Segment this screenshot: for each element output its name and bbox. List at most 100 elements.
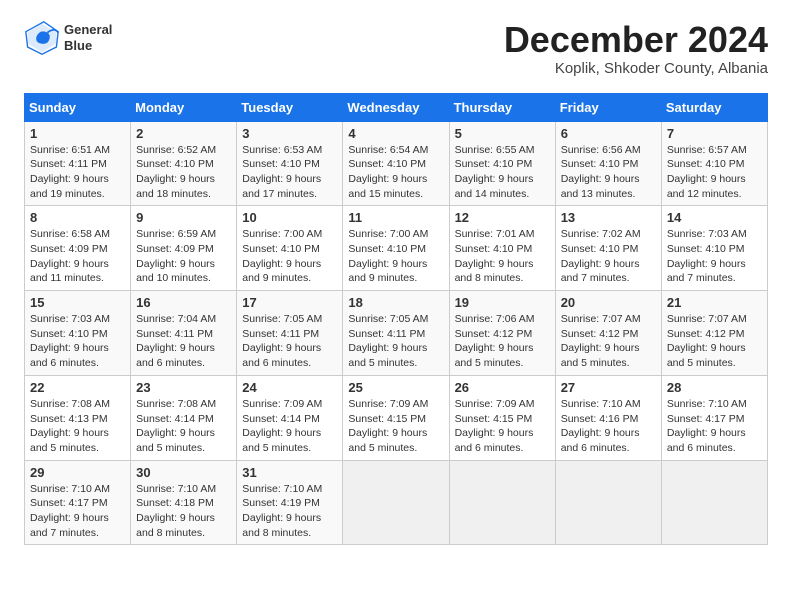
day-info: Daylight: 9 hours and 8 minutes. [242, 511, 337, 540]
logo-text: General Blue [64, 22, 112, 53]
calendar-week-row: 22Sunrise: 7:08 AMSunset: 4:13 PMDayligh… [25, 375, 768, 460]
calendar-cell: 11Sunrise: 7:00 AMSunset: 4:10 PMDayligh… [343, 206, 449, 291]
calendar-cell: 14Sunrise: 7:03 AMSunset: 4:10 PMDayligh… [661, 206, 767, 291]
day-info: Sunrise: 7:08 AM [30, 397, 125, 412]
day-info: Daylight: 9 hours and 6 minutes. [667, 426, 762, 455]
calendar-cell: 19Sunrise: 7:06 AMSunset: 4:12 PMDayligh… [449, 291, 555, 376]
day-info: Sunrise: 6:53 AM [242, 143, 337, 158]
day-info: Sunset: 4:10 PM [455, 157, 550, 172]
logo-icon [24, 20, 60, 56]
day-number: 9 [136, 210, 231, 225]
day-info: Sunset: 4:11 PM [242, 327, 337, 342]
day-number: 17 [242, 295, 337, 310]
page-header: General Blue December 2024 Koplik, Shkod… [24, 20, 768, 77]
day-number: 6 [561, 126, 656, 141]
day-info: Sunrise: 6:58 AM [30, 227, 125, 242]
day-info: Sunset: 4:10 PM [136, 157, 231, 172]
day-info: Daylight: 9 hours and 5 minutes. [667, 341, 762, 370]
calendar-cell: 15Sunrise: 7:03 AMSunset: 4:10 PMDayligh… [25, 291, 131, 376]
day-info: Sunset: 4:10 PM [30, 327, 125, 342]
day-header-friday: Friday [555, 93, 661, 121]
day-info: Daylight: 9 hours and 6 minutes. [136, 341, 231, 370]
day-info: Sunset: 4:15 PM [455, 412, 550, 427]
day-number: 28 [667, 380, 762, 395]
calendar-cell: 24Sunrise: 7:09 AMSunset: 4:14 PMDayligh… [237, 375, 343, 460]
day-info: Sunrise: 6:54 AM [348, 143, 443, 158]
day-info: Daylight: 9 hours and 5 minutes. [348, 341, 443, 370]
day-info: Sunrise: 7:05 AM [242, 312, 337, 327]
calendar-cell [555, 460, 661, 545]
day-info: Daylight: 9 hours and 7 minutes. [561, 257, 656, 286]
calendar-cell: 12Sunrise: 7:01 AMSunset: 4:10 PMDayligh… [449, 206, 555, 291]
day-info: Sunset: 4:10 PM [667, 242, 762, 257]
calendar-cell: 23Sunrise: 7:08 AMSunset: 4:14 PMDayligh… [131, 375, 237, 460]
day-info: Sunrise: 6:51 AM [30, 143, 125, 158]
day-number: 27 [561, 380, 656, 395]
day-info: Sunset: 4:14 PM [242, 412, 337, 427]
day-info: Daylight: 9 hours and 5 minutes. [348, 426, 443, 455]
day-info: Sunset: 4:17 PM [30, 496, 125, 511]
day-info: Sunset: 4:12 PM [561, 327, 656, 342]
day-info: Sunset: 4:14 PM [136, 412, 231, 427]
day-info: Sunrise: 7:07 AM [667, 312, 762, 327]
day-info: Sunrise: 6:59 AM [136, 227, 231, 242]
day-info: Sunset: 4:12 PM [455, 327, 550, 342]
day-info: Sunset: 4:10 PM [561, 157, 656, 172]
calendar-cell: 5Sunrise: 6:55 AMSunset: 4:10 PMDaylight… [449, 121, 555, 206]
calendar-cell: 3Sunrise: 6:53 AMSunset: 4:10 PMDaylight… [237, 121, 343, 206]
calendar-cell [661, 460, 767, 545]
day-number: 23 [136, 380, 231, 395]
calendar-body: 1Sunrise: 6:51 AMSunset: 4:11 PMDaylight… [25, 121, 768, 545]
day-header-tuesday: Tuesday [237, 93, 343, 121]
day-number: 11 [348, 210, 443, 225]
calendar-cell: 26Sunrise: 7:09 AMSunset: 4:15 PMDayligh… [449, 375, 555, 460]
day-info: Daylight: 9 hours and 13 minutes. [561, 172, 656, 201]
day-number: 10 [242, 210, 337, 225]
day-number: 26 [455, 380, 550, 395]
day-info: Daylight: 9 hours and 5 minutes. [242, 426, 337, 455]
day-header-sunday: Sunday [25, 93, 131, 121]
day-info: Daylight: 9 hours and 19 minutes. [30, 172, 125, 201]
calendar-cell: 4Sunrise: 6:54 AMSunset: 4:10 PMDaylight… [343, 121, 449, 206]
calendar-cell: 10Sunrise: 7:00 AMSunset: 4:10 PMDayligh… [237, 206, 343, 291]
day-number: 16 [136, 295, 231, 310]
calendar-cell: 25Sunrise: 7:09 AMSunset: 4:15 PMDayligh… [343, 375, 449, 460]
day-info: Sunrise: 7:09 AM [348, 397, 443, 412]
calendar-cell: 13Sunrise: 7:02 AMSunset: 4:10 PMDayligh… [555, 206, 661, 291]
day-info: Sunrise: 7:05 AM [348, 312, 443, 327]
day-number: 13 [561, 210, 656, 225]
day-info: Sunset: 4:10 PM [242, 242, 337, 257]
day-number: 29 [30, 465, 125, 480]
day-info: Daylight: 9 hours and 15 minutes. [348, 172, 443, 201]
location: Koplik, Shkoder County, Albania [504, 60, 768, 77]
day-info: Sunrise: 6:56 AM [561, 143, 656, 158]
day-info: Sunset: 4:09 PM [30, 242, 125, 257]
day-info: Sunset: 4:10 PM [455, 242, 550, 257]
day-info: Sunrise: 6:57 AM [667, 143, 762, 158]
calendar-cell: 31Sunrise: 7:10 AMSunset: 4:19 PMDayligh… [237, 460, 343, 545]
day-number: 22 [30, 380, 125, 395]
day-info: Sunset: 4:12 PM [667, 327, 762, 342]
day-number: 15 [30, 295, 125, 310]
logo: General Blue [24, 20, 112, 56]
day-number: 2 [136, 126, 231, 141]
day-info: Sunset: 4:15 PM [348, 412, 443, 427]
day-header-monday: Monday [131, 93, 237, 121]
calendar-cell: 7Sunrise: 6:57 AMSunset: 4:10 PMDaylight… [661, 121, 767, 206]
day-info: Sunrise: 6:52 AM [136, 143, 231, 158]
calendar-cell: 1Sunrise: 6:51 AMSunset: 4:11 PMDaylight… [25, 121, 131, 206]
day-info: Sunrise: 7:10 AM [242, 482, 337, 497]
day-info: Daylight: 9 hours and 6 minutes. [30, 341, 125, 370]
day-info: Sunrise: 7:08 AM [136, 397, 231, 412]
day-number: 31 [242, 465, 337, 480]
day-header-saturday: Saturday [661, 93, 767, 121]
day-info: Sunset: 4:11 PM [348, 327, 443, 342]
day-info: Daylight: 9 hours and 8 minutes. [136, 511, 231, 540]
day-number: 24 [242, 380, 337, 395]
day-number: 5 [455, 126, 550, 141]
day-info: Daylight: 9 hours and 12 minutes. [667, 172, 762, 201]
calendar-cell: 18Sunrise: 7:05 AMSunset: 4:11 PMDayligh… [343, 291, 449, 376]
day-info: Daylight: 9 hours and 7 minutes. [667, 257, 762, 286]
day-info: Sunset: 4:11 PM [136, 327, 231, 342]
day-info: Sunrise: 7:07 AM [561, 312, 656, 327]
